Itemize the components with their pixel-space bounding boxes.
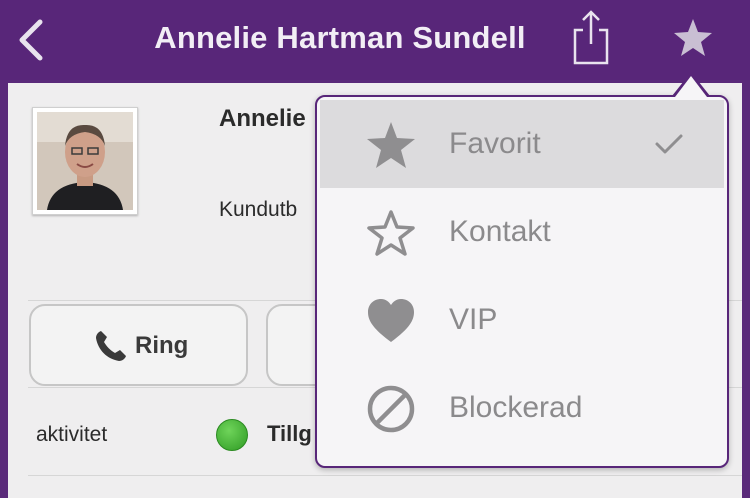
call-button[interactable]: Ring xyxy=(29,304,248,386)
page-title: Annelie Hartman Sundell xyxy=(154,20,526,55)
menu-item-blockerad[interactable]: Blockerad xyxy=(320,364,724,452)
menu-item-label: VIP xyxy=(449,303,498,336)
heart-icon xyxy=(368,299,414,342)
contact-name: Annelie xyxy=(219,105,306,132)
blocked-icon xyxy=(367,385,415,433)
checkmark-icon xyxy=(655,134,683,154)
nav-bar: Annelie Hartman Sundell xyxy=(0,0,750,80)
menu-item-favorit[interactable]: Favorit xyxy=(320,100,724,188)
status-indicator-icon xyxy=(216,419,248,451)
activity-label: aktivitet xyxy=(36,423,108,446)
menu-item-label: Kontakt xyxy=(449,215,551,248)
popover-arrow-fill xyxy=(675,76,707,97)
favorite-star-button[interactable] xyxy=(672,18,714,58)
star-icon xyxy=(674,19,712,56)
star-filled-icon xyxy=(367,122,415,168)
category-popover-menu: Favorit Kontakt VIP Blockerad xyxy=(315,95,729,468)
share-icon xyxy=(573,10,609,65)
avatar xyxy=(32,107,138,215)
chevron-left-icon xyxy=(19,19,43,61)
contact-role: Kundutb xyxy=(219,198,298,221)
star-outline-icon xyxy=(367,210,415,256)
menu-item-label: Blockerad xyxy=(449,391,583,424)
menu-item-label: Favorit xyxy=(449,127,541,160)
menu-item-kontakt[interactable]: Kontakt xyxy=(320,188,724,276)
phone-icon xyxy=(96,331,126,361)
menu-item-vip[interactable]: VIP xyxy=(320,276,724,364)
call-label: Ring xyxy=(135,332,189,359)
avatar-photo xyxy=(37,112,133,210)
status-label: Tillg xyxy=(267,421,312,446)
divider xyxy=(28,475,742,476)
share-button[interactable] xyxy=(570,8,612,66)
back-button[interactable] xyxy=(14,18,48,62)
